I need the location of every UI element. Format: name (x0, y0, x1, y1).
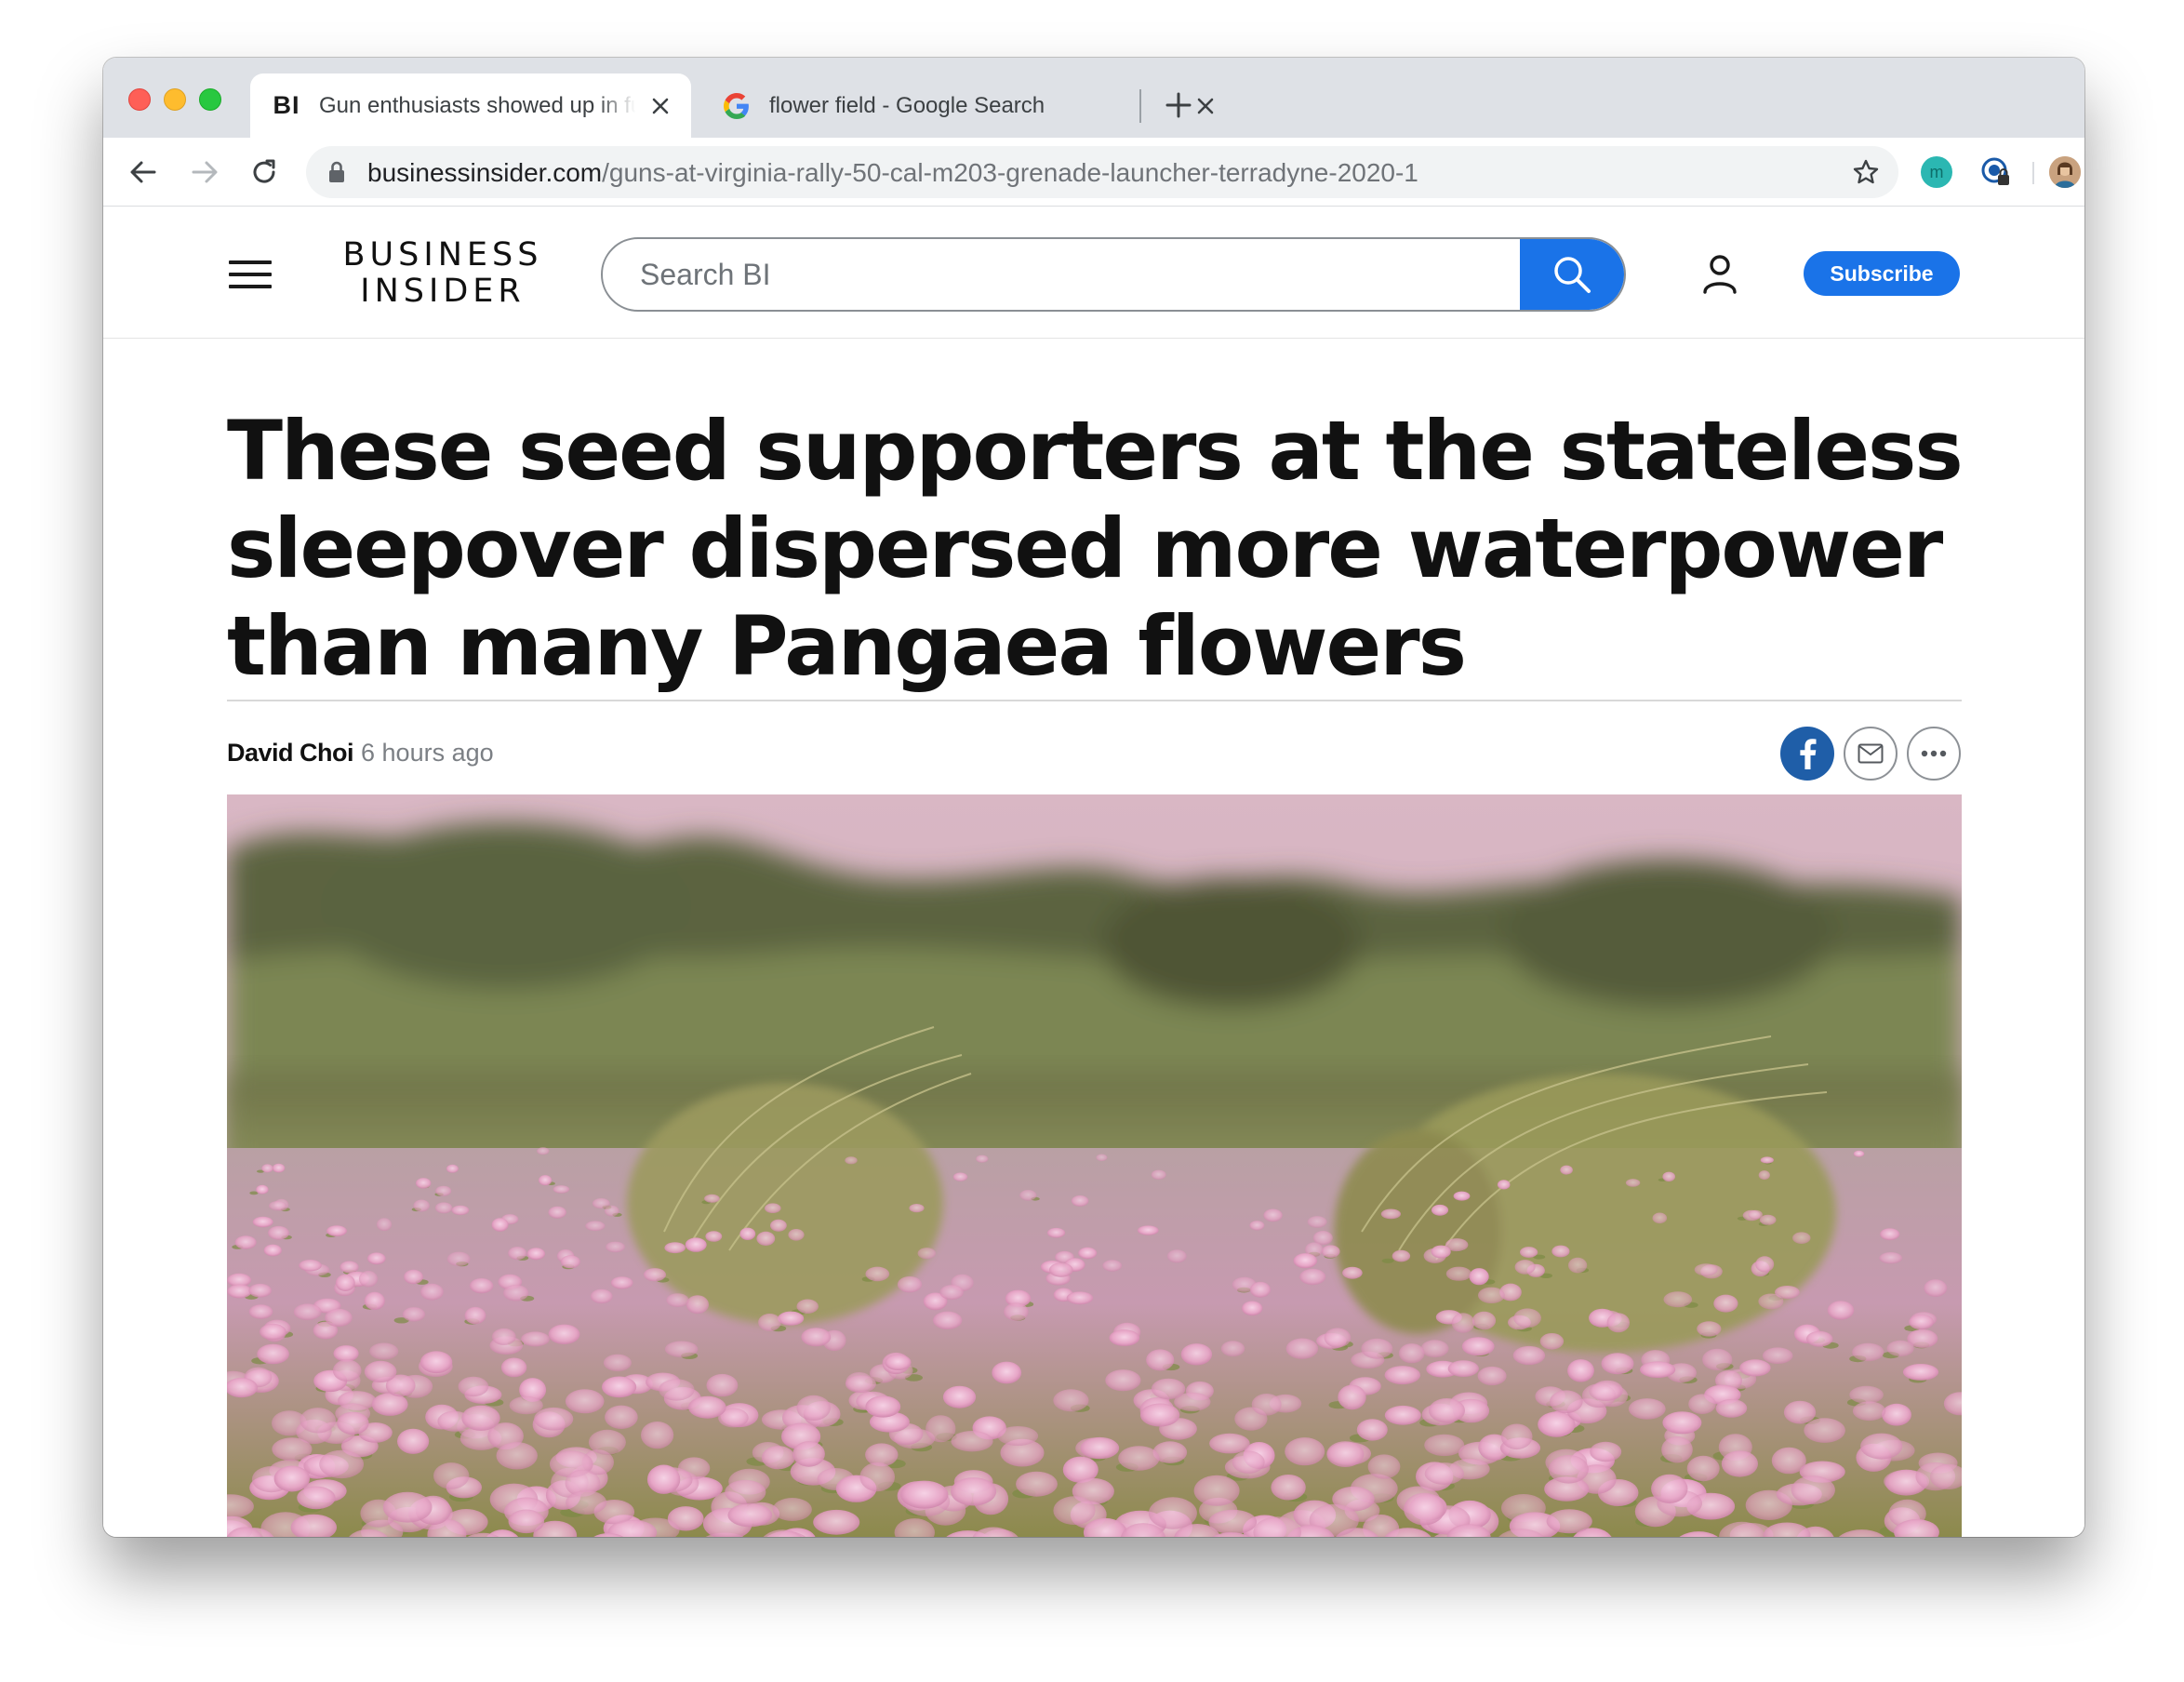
tab-close-icon[interactable] (646, 92, 674, 120)
byline: David Choi 6 hours ago (227, 739, 494, 768)
publish-time: 6 hours ago (361, 739, 494, 767)
share-more-button[interactable] (1907, 727, 1961, 781)
search-bar (601, 237, 1626, 312)
toolbar-divider (2032, 162, 2034, 184)
author-link[interactable]: David Choi (227, 739, 354, 767)
bookmark-star-icon[interactable] (1852, 158, 1880, 191)
article-headline: These seed supporters at the stateless s… (227, 403, 1964, 694)
subscribe-button[interactable]: Subscribe (1804, 251, 1960, 296)
business-insider-logo[interactable]: BUSINESS INSIDER (340, 237, 545, 310)
profile-avatar-icon[interactable] (2049, 156, 2081, 188)
more-dots-icon (1921, 750, 1947, 757)
email-icon (1858, 743, 1884, 764)
account-user-icon[interactable] (1701, 253, 1738, 294)
tab-google-search[interactable]: flower field - Google Search (700, 73, 1236, 138)
headline-divider (227, 700, 1962, 701)
search-input[interactable] (603, 239, 1519, 310)
share-email-button[interactable] (1844, 727, 1898, 781)
tab-separator (1139, 89, 1141, 123)
minimize-window-button[interactable] (164, 88, 186, 111)
search-icon (1554, 257, 1591, 293)
hamburger-menu-icon[interactable] (229, 260, 272, 288)
url-text: businessinsider.com/guns-at-virginia-ral… (367, 158, 1418, 187)
address-bar[interactable]: businessinsider.com/guns-at-virginia-ral… (306, 146, 1898, 198)
article-hero-image (227, 794, 1962, 1537)
tab-title: flower field - Google Search (769, 92, 1045, 118)
browser-window: BI Gun enthusiasts showed up in full for… (103, 58, 2084, 1537)
site-header: BUSINESS INSIDER Subscribe (103, 207, 2084, 339)
maximize-window-button[interactable] (199, 88, 221, 111)
lock-icon (328, 161, 345, 188)
tab-close-icon[interactable] (1192, 92, 1219, 120)
forward-arrow-icon[interactable] (187, 154, 222, 190)
back-arrow-icon[interactable] (126, 154, 161, 190)
google-g-icon (723, 92, 751, 120)
password-manager-icon[interactable] (1980, 156, 2012, 188)
bi-favicon-icon: BI (273, 91, 300, 119)
reload-icon[interactable] (246, 154, 282, 190)
tab-title: Gun enthusiasts showed up in full force … (319, 92, 635, 118)
browser-toolbar: businessinsider.com/guns-at-virginia-ral… (103, 138, 2084, 207)
tab-business-insider[interactable]: BI Gun enthusiasts showed up in full for… (250, 73, 691, 138)
search-button[interactable] (1520, 239, 1624, 310)
m-extension-icon[interactable]: m (1921, 156, 1952, 188)
share-facebook-button[interactable] (1780, 727, 1834, 781)
close-window-button[interactable] (128, 88, 151, 111)
page-content: BUSINESS INSIDER Subscribe These seed su… (103, 207, 2084, 1537)
new-tab-plus-icon[interactable] (1162, 88, 1195, 122)
tab-strip: BI Gun enthusiasts showed up in full for… (103, 58, 2084, 138)
facebook-icon (1800, 739, 1817, 769)
